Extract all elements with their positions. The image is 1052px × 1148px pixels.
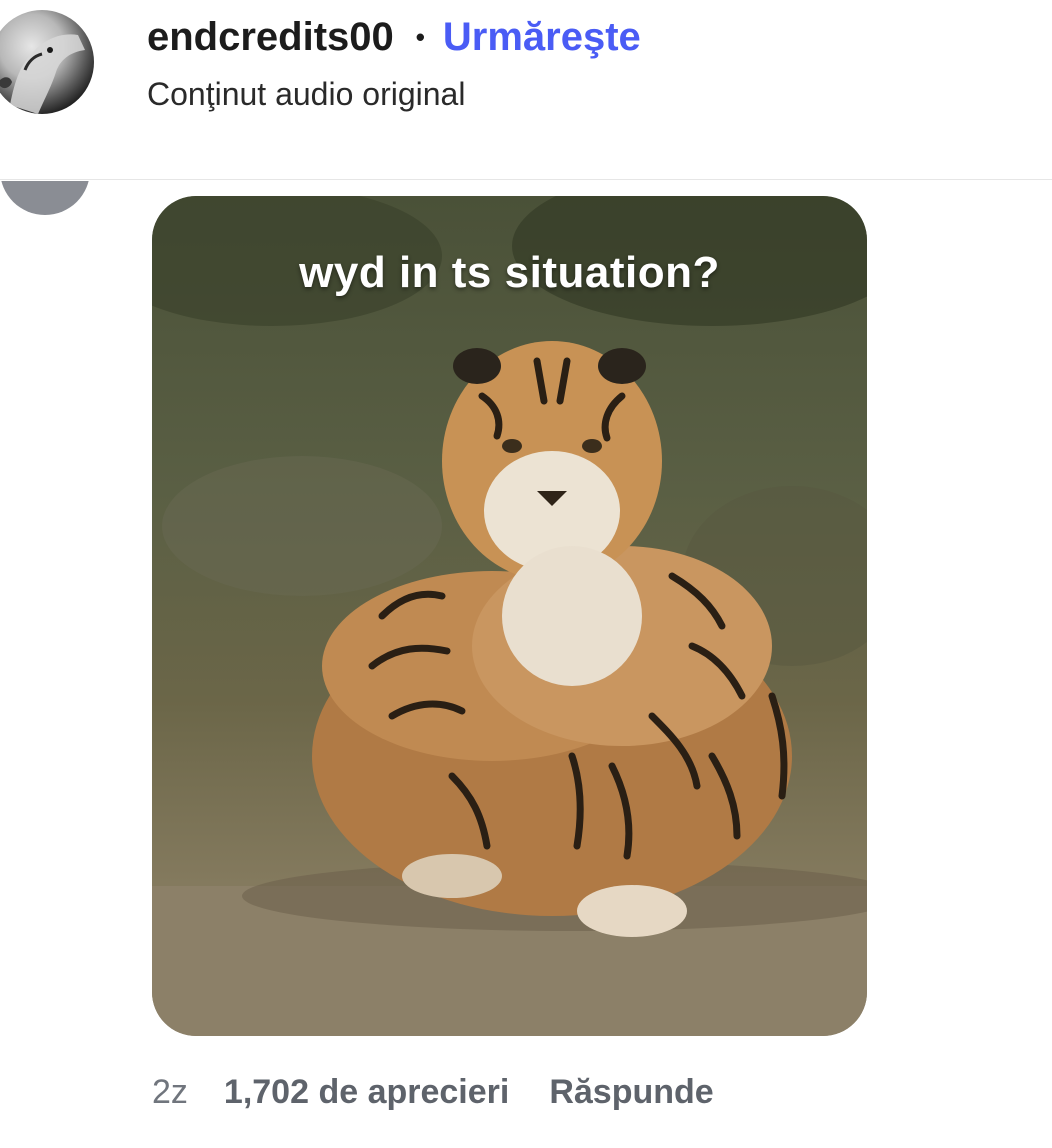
reel-comment-view: endcredits00 • Urmăreşte Conţinut audio … [0,0,1052,1148]
commenter-avatar-circle [0,181,90,215]
comment-actions: 2z 1,702 de aprecieri Răspunde [152,1068,714,1116]
separator-dot: • [415,21,425,52]
likes-count[interactable]: 1,702 de aprecieri [224,1073,509,1112]
reply-button[interactable]: Răspunde [549,1073,713,1112]
author-username[interactable]: endcredits00 [147,15,394,60]
original-audio-link[interactable]: Conţinut audio original [147,76,465,113]
post-header: endcredits00 • Urmăreşte Conţinut audio … [0,0,1052,180]
horse-head-icon [0,34,85,114]
gif-caption: wyd in ts situation? [299,248,720,297]
comment-gif[interactable]: wyd in ts situation? [152,196,867,1036]
commenter-avatar[interactable] [0,181,90,215]
comment-timestamp: 2z [152,1072,188,1111]
tiger-image [152,196,867,1036]
follow-button[interactable]: Urmăreşte [443,15,641,60]
author-line: endcredits00 • Urmăreşte [147,12,641,62]
author-avatar[interactable] [0,10,94,114]
